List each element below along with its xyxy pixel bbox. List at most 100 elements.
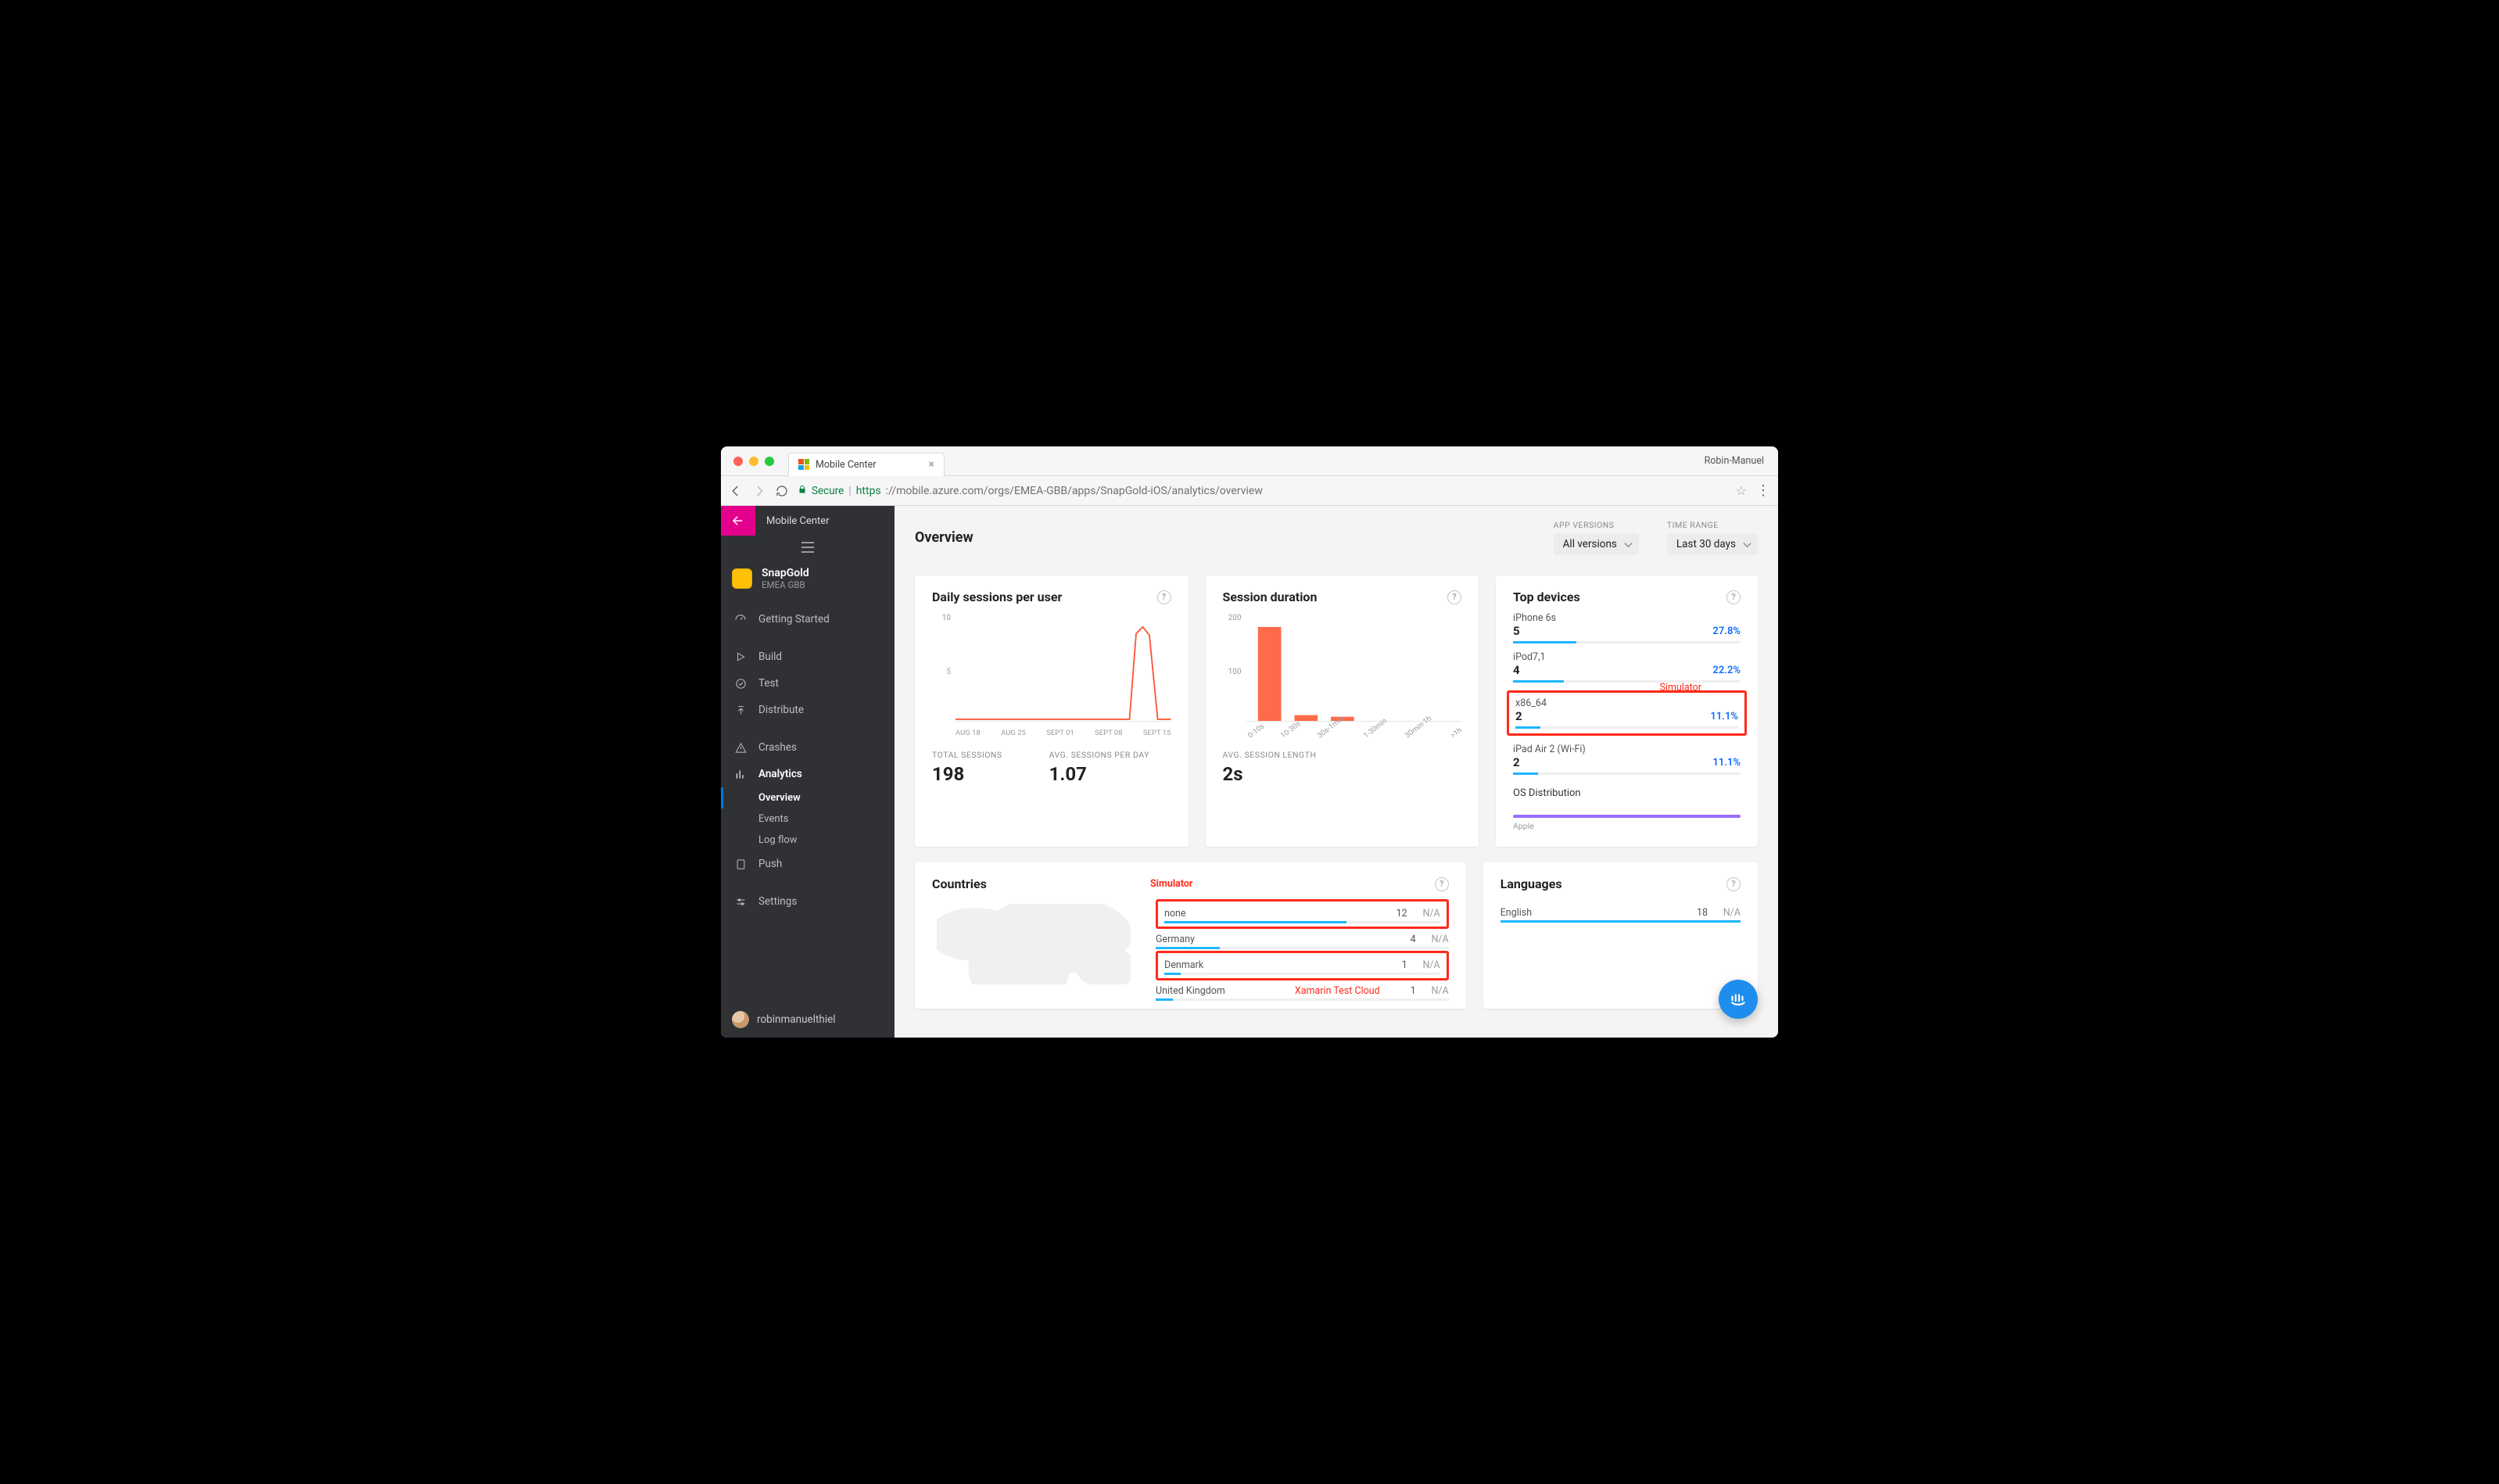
stat-avg-sessions: AVG. SESSIONS PER DAY 1.07 <box>1049 750 1149 785</box>
close-window-icon[interactable] <box>733 457 743 466</box>
sessions-chart: 105 AUG 18 AUG 25 SEPT 01 SEPT 08 SEPT 1… <box>932 609 1171 742</box>
sidebar-title: Mobile Center <box>755 515 830 527</box>
lock-icon <box>798 485 807 497</box>
sidebar-back-button[interactable] <box>721 506 755 536</box>
sidebar-item-push[interactable]: Push <box>721 851 895 877</box>
world-map <box>932 899 1135 989</box>
bookmark-icon[interactable]: ☆ <box>1736 483 1747 498</box>
app-meta: SnapGold EMEA GBB <box>762 567 809 590</box>
country-row: Germany4N/A <box>1156 929 1449 947</box>
play-icon <box>733 651 748 662</box>
card-top-devices: Top devices? iPhone 6s 527.8% iPod7,1 42… <box>1496 575 1758 847</box>
sidebar-sub-overview[interactable]: Overview <box>721 787 895 808</box>
warning-icon <box>733 742 748 754</box>
help-icon[interactable]: ? <box>1435 877 1449 891</box>
stat-avg-length: AVG. SESSION LENGTH 2s <box>1223 750 1317 785</box>
card-languages: Languages? English18N/A <box>1483 862 1758 1009</box>
page-header: Overview APP VERSIONS All versions TIME … <box>895 506 1778 566</box>
tab-strip: Mobile Center × Robin-Manuel <box>721 446 1778 476</box>
device-row: iPod7,1 422.2% Simulator <box>1513 651 1741 683</box>
filter-versions: APP VERSIONS All versions <box>1554 520 1639 555</box>
range-dropdown[interactable]: Last 30 days <box>1667 533 1758 555</box>
help-icon[interactable]: ? <box>1726 877 1741 891</box>
sidebar-item-label: Crashes <box>758 741 797 754</box>
sidebar-item-test[interactable]: Test <box>721 670 895 697</box>
minimize-window-icon[interactable] <box>749 457 758 466</box>
card-title: Languages <box>1500 876 1562 891</box>
language-row: English18N/A <box>1500 902 1741 920</box>
avatar <box>732 1011 749 1028</box>
arrow-left-icon <box>731 514 745 528</box>
sidebar-toggle[interactable] <box>721 536 895 556</box>
sidebar: Mobile Center SnapGold EMEA GBB Getting … <box>721 506 895 1038</box>
device-icon <box>733 858 748 870</box>
browser-tab[interactable]: Mobile Center × <box>788 453 945 476</box>
app-org: EMEA GBB <box>762 579 809 590</box>
filter-label: APP VERSIONS <box>1554 520 1639 530</box>
sidebar-top: Mobile Center <box>721 506 895 536</box>
page-title: Overview <box>915 529 973 546</box>
device-row-highlighted: x86_64 211.1% <box>1507 690 1747 736</box>
main-content: Overview APP VERSIONS All versions TIME … <box>895 506 1778 1038</box>
annotation-simulator: Simulator <box>1150 878 1193 890</box>
intercom-fab[interactable] <box>1719 980 1758 1019</box>
sidebar-sub-events[interactable]: Events <box>721 808 895 830</box>
hamburger-icon <box>801 542 815 553</box>
address-bar-row: Secure | https ://mobile.azure.com/orgs/E… <box>721 476 1778 506</box>
url-path: ://mobile.azure.com/orgs/EMEA-GBB/apps/S… <box>886 485 1263 497</box>
sidebar-user[interactable]: robinmanuelthiel <box>721 1002 895 1038</box>
help-icon[interactable]: ? <box>1157 590 1171 604</box>
sidebar-item-settings[interactable]: Settings <box>721 888 895 915</box>
window-controls <box>727 457 780 466</box>
stat-total-sessions: TOTAL SESSIONS 198 <box>932 750 1002 785</box>
sidebar-item-label: Test <box>758 677 779 690</box>
help-icon[interactable]: ? <box>1726 590 1741 604</box>
close-tab-icon[interactable]: × <box>929 458 934 471</box>
card-title: Daily sessions per user <box>932 590 1062 604</box>
browser-menu-icon[interactable]: ⋮ <box>1756 482 1770 499</box>
maximize-window-icon[interactable] <box>765 457 774 466</box>
branch-icon <box>733 704 748 716</box>
sidebar-item-label: Push <box>758 858 782 870</box>
device-row: iPhone 6s 527.8% <box>1513 612 1741 643</box>
reload-icon[interactable] <box>776 485 788 497</box>
sidebar-item-label: Analytics <box>758 768 802 780</box>
os-distribution: OS Distribution Apple <box>1513 787 1741 831</box>
sidebar-item-label: Settings <box>758 895 797 908</box>
card-daily-sessions: Daily sessions per user? 105 AUG 18 AUG … <box>915 575 1189 847</box>
sidebar-app-selector[interactable]: SnapGold EMEA GBB <box>721 556 895 595</box>
country-row-highlighted: Denmark1N/A <box>1156 951 1449 980</box>
device-row: iPad Air 2 (Wi-Fi) 211.1% <box>1513 744 1741 775</box>
bar-chart-icon <box>1246 614 1462 721</box>
favicon-microsoft-icon <box>798 459 809 470</box>
gauge-icon <box>733 613 748 626</box>
tab-title: Mobile Center <box>816 459 877 471</box>
browser-window: Mobile Center × Robin-Manuel Secure | ht… <box>721 446 1778 1038</box>
sidebar-username: robinmanuelthiel <box>757 1013 836 1026</box>
line-chart-icon <box>956 614 1171 721</box>
sidebar-item-build[interactable]: Build <box>721 643 895 670</box>
sidebar-sub-logflow[interactable]: Log flow <box>721 830 895 851</box>
sidebar-item-crashes[interactable]: Crashes <box>721 734 895 761</box>
secure-label: Secure <box>812 485 844 497</box>
separator: | <box>848 485 851 497</box>
url-protocol: https <box>856 485 881 497</box>
sidebar-item-getting-started[interactable]: Getting Started <box>721 606 895 633</box>
browser-chrome: Mobile Center × Robin-Manuel Secure | ht… <box>721 446 1778 506</box>
sidebar-item-label: Distribute <box>758 704 804 716</box>
back-icon[interactable] <box>729 484 743 498</box>
sidebar-item-distribute[interactable]: Distribute <box>721 697 895 723</box>
filter-label: TIME RANGE <box>1667 520 1758 530</box>
browser-profile[interactable]: Robin-Manuel <box>1705 455 1772 467</box>
versions-dropdown[interactable]: All versions <box>1554 533 1639 555</box>
sliders-icon <box>733 896 748 908</box>
duration-chart: 200100 0-10s 10-30s 30s-1min <box>1223 609 1462 742</box>
sidebar-item-analytics[interactable]: Analytics <box>721 761 895 787</box>
card-title: Countries <box>932 876 987 891</box>
card-session-duration: Session duration? 200100 0-10s <box>1206 575 1479 847</box>
address-bar[interactable]: Secure | https ://mobile.azure.com/orgs/E… <box>798 485 1726 497</box>
app-icon <box>732 568 752 589</box>
check-circle-icon <box>733 678 748 690</box>
forward-icon <box>752 484 766 498</box>
help-icon[interactable]: ? <box>1447 590 1461 604</box>
